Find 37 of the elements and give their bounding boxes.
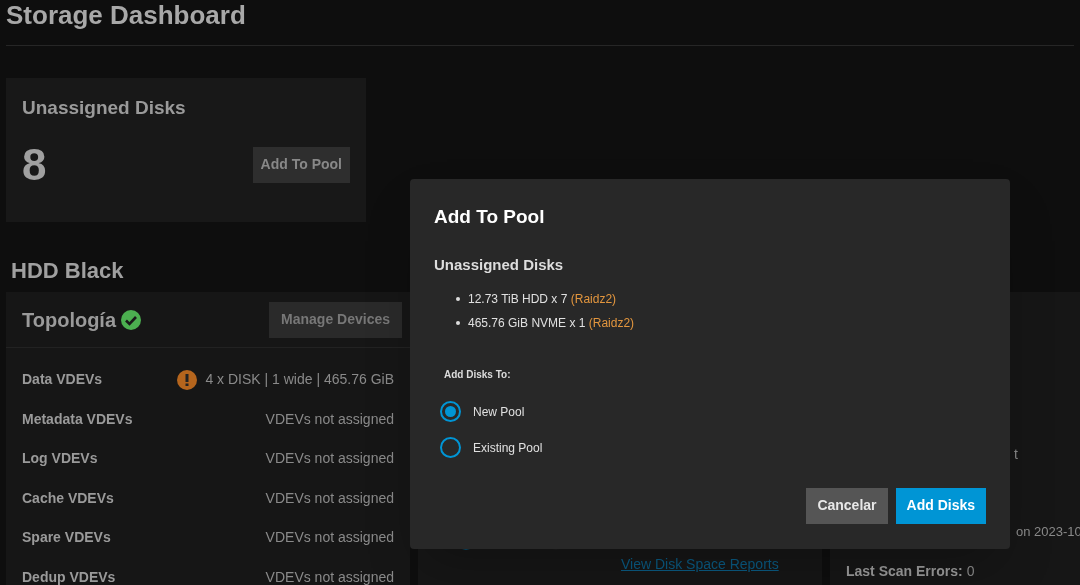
- page-title: Storage Dashboard: [6, 0, 247, 30]
- dialog-title: Add To Pool: [434, 205, 546, 229]
- scan-text: t: [1014, 445, 1018, 464]
- disk-reports-link[interactable]: View Disk Space Reports: [621, 554, 779, 575]
- bullet-icon: [456, 320, 460, 325]
- vdev-label: Log VDEVs: [22, 449, 98, 469]
- disk-summary: 465.76 GiB NVME x 1 (Raidz2): [468, 314, 635, 332]
- pool-name: HDD Black: [11, 258, 124, 284]
- radio-group-label: Add Disks To:: [444, 367, 511, 382]
- card-title: Topología: [22, 307, 117, 333]
- add-to-pool-button[interactable]: Add To Pool: [252, 146, 350, 183]
- vdev-label: Spare VDEVs: [22, 528, 111, 548]
- disk-count: 8: [22, 142, 47, 187]
- vdev-label: Dedup VDEVs: [22, 567, 116, 585]
- radio-label: Existing Pool: [473, 439, 543, 457]
- manage-devices-button[interactable]: Manage Devices: [269, 301, 402, 338]
- dialog-button[interactable]: Cancelar: [806, 487, 888, 524]
- vdev-value: VDEVs not assigned: [265, 409, 394, 429]
- warning-icon: [177, 369, 198, 390]
- radio-label: New Pool: [473, 403, 525, 421]
- vdev-value: VDEVs not assigned: [265, 567, 394, 585]
- card-title: Unassigned Disks: [22, 96, 187, 120]
- bullet-icon: [456, 296, 460, 301]
- scan-errors-label: Last Scan Errors:: [846, 562, 963, 580]
- disk-summary: 12.73 TiB HDD x 7 (Raidz2): [468, 290, 617, 308]
- vdev-label: Cache VDEVs: [22, 488, 114, 508]
- radio-button[interactable]: [440, 437, 461, 458]
- dialog-button[interactable]: Add Disks: [895, 487, 986, 524]
- section-title: Unassigned Disks: [434, 255, 565, 275]
- scan-errors-value: 0: [966, 562, 975, 580]
- vdev-value: 4 x DISK | 1 wide | 465.76 GiB: [205, 370, 394, 390]
- vdev-value: VDEVs not assigned: [265, 449, 394, 469]
- radio-button[interactable]: [440, 401, 461, 422]
- vdev-label: Metadata VDEVs: [22, 409, 133, 429]
- vdev-value: VDEVs not assigned: [265, 488, 394, 508]
- vdev-value: VDEVs not assigned: [265, 528, 394, 548]
- vdev-label: Data VDEVs: [22, 370, 103, 390]
